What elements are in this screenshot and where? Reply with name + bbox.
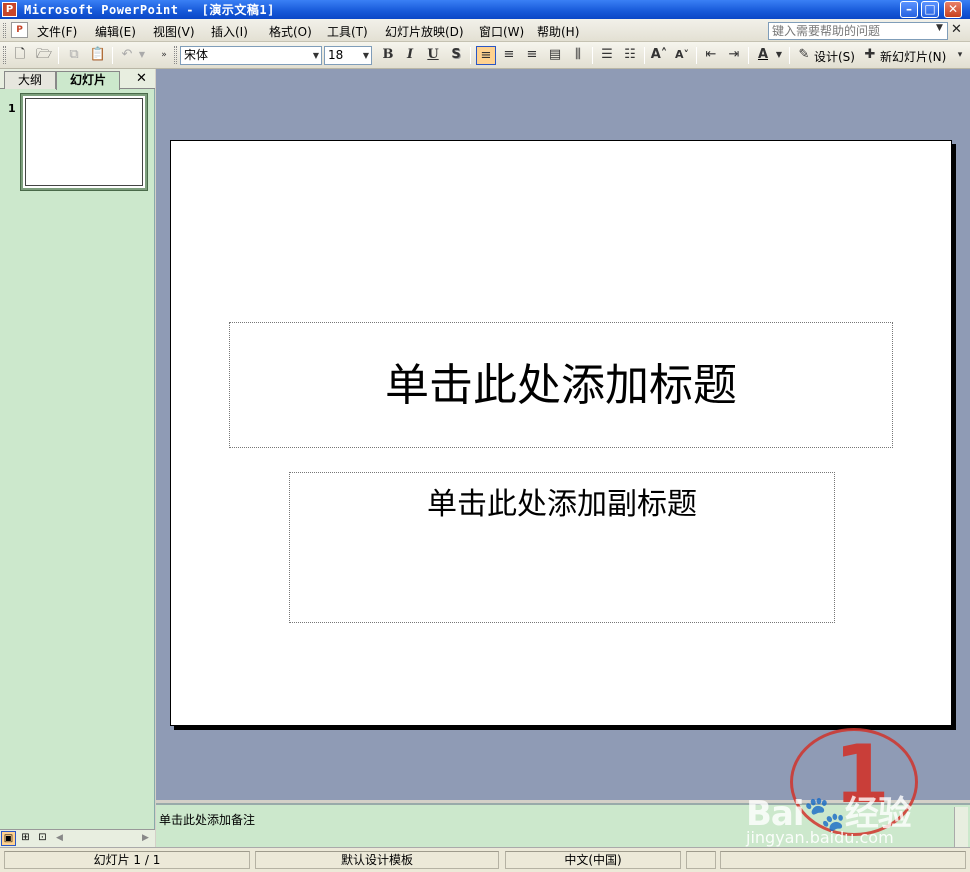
align-left-icon[interactable]: ≡ [476,46,496,65]
toolbar-separator [748,47,749,64]
powerpoint-app-icon[interactable]: P [2,2,17,17]
close-pane-button[interactable]: ✕ [136,71,147,86]
format-toolbar-grip[interactable] [174,46,177,64]
document-icon[interactable]: P [11,22,28,38]
vertical-scrollbar[interactable] [958,69,970,800]
menu-slideshow[interactable]: 幻灯片放映(D) [385,23,464,40]
menu-file[interactable]: 文件(F) [37,23,77,40]
font-name-select[interactable]: 宋体 ▼ [180,46,322,65]
bold-button[interactable]: B [378,46,398,65]
menu-window[interactable]: 窗口(W) [479,23,524,40]
font-size-select[interactable]: 18 ▼ [324,46,372,65]
font-color-dropdown-icon[interactable]: ▼ [773,46,785,65]
decrease-indent-icon[interactable]: ⇤ [701,46,721,65]
status-language: 中文(中国) [505,851,681,869]
scroll-left-icon[interactable]: ◀ [52,831,67,846]
normal-view-icon[interactable]: ▣ [1,831,16,846]
toolbar-separator [58,47,59,64]
menubar-grip[interactable] [3,23,6,38]
close-window-button[interactable]: ✕ [944,1,962,18]
decrease-font-icon[interactable]: A˅ [672,46,692,65]
toolbar-overflow-icon[interactable]: » [158,46,170,65]
maximize-button[interactable]: □ [921,1,939,18]
design-icon[interactable]: ✎ [794,46,814,65]
toolbar-separator [789,47,790,64]
distribute-icon[interactable]: ⫼ [568,46,588,65]
title-bar: P Microsoft PowerPoint - [演示文稿1] – □ ✕ [0,0,970,19]
status-design-template[interactable]: 默认设计模板 [255,851,499,869]
toolbar-separator [470,47,471,64]
font-size-dropdown-icon[interactable]: ▼ [363,47,369,64]
numbering-icon[interactable]: ☰ [597,46,617,65]
menu-help[interactable]: 帮助(H) [537,23,579,40]
menu-insert[interactable]: 插入(I) [211,23,248,40]
window-title: Microsoft PowerPoint - [演示文稿1] [24,3,275,17]
toolbar-grip[interactable] [3,46,6,64]
open-file-icon[interactable]: 🗁 [34,46,54,65]
font-name-value: 宋体 [184,48,209,62]
menu-edit[interactable]: 编辑(E) [95,23,136,40]
slide-canvas[interactable]: 单击此处添加标题 单击此处添加副标题 [170,140,952,726]
increase-font-icon[interactable]: A˄ [649,46,669,65]
menu-format[interactable]: 格式(O) [269,23,312,40]
new-slide-button[interactable]: 新幻灯片(N) [880,48,946,65]
bullets-icon[interactable]: ☷ [620,46,640,65]
slide-thumbnail-frame [25,98,143,186]
slide-thumbnail[interactable] [20,93,148,191]
close-document-button[interactable]: ✕ [951,22,962,37]
notes-scrollbar[interactable] [954,807,968,847]
toolbar-separator [592,47,593,64]
slide-sorter-view-icon[interactable]: ⊞ [18,831,33,846]
status-extra-cell [720,851,966,869]
tab-outline[interactable]: 大纲 [4,71,56,89]
status-slide-position: 幻灯片 1 / 1 [4,851,250,869]
title-placeholder[interactable]: 单击此处添加标题 [229,322,893,448]
status-bar: 幻灯片 1 / 1 默认设计模板 中文(中国) [0,847,970,872]
slides-pane: 大纲 幻灯片 ✕ 1 [0,69,155,847]
copy-icon[interactable]: ⧉ [64,46,84,65]
font-name-dropdown-icon[interactable]: ▼ [313,47,319,64]
minimize-button[interactable]: – [900,1,918,18]
toolbar-options-icon[interactable]: ▾ [954,46,966,65]
underline-button[interactable]: U [423,46,443,65]
scroll-right-icon[interactable]: ▶ [138,831,153,846]
new-file-icon[interactable]: 🗋 [10,46,30,65]
align-center-icon[interactable]: ≡ [499,46,519,65]
justify-icon[interactable]: ▤ [545,46,565,65]
pane-tabs: 大纲 幻灯片 ✕ [0,69,155,90]
notes-pane[interactable]: 单击此处添加备注 [156,803,970,847]
slideshow-view-icon[interactable]: ⊡ [35,831,50,846]
new-slide-icon[interactable]: ✚ [860,46,880,65]
notes-placeholder[interactable]: 单击此处添加备注 [159,811,255,828]
increase-indent-icon[interactable]: ⇥ [724,46,744,65]
slide-thumbnail-number: 1 [8,102,16,115]
italic-button[interactable]: I [400,46,420,65]
subtitle-placeholder[interactable]: 单击此处添加副标题 [289,472,835,623]
menu-view[interactable]: 视图(V) [153,23,195,40]
toolbar-separator [644,47,645,64]
help-dropdown-icon[interactable]: ▼ [936,23,943,33]
status-empty-cell [686,851,716,869]
align-right-icon[interactable]: ≡ [522,46,542,65]
undo-dropdown-icon[interactable]: ▼ [136,46,148,65]
font-size-value: 18 [328,48,344,62]
design-button[interactable]: 设计(S) [814,48,855,65]
toolbar-separator [112,47,113,64]
shadow-button[interactable]: S [446,46,466,65]
view-buttons-bar: ▣ ⊞ ⊡ ◀ ▶ [0,829,155,847]
toolbar-separator [696,47,697,64]
undo-icon[interactable]: ↶ [117,46,137,65]
menu-tools[interactable]: 工具(T) [327,23,368,40]
toolbar: 🗋 🗁 ⧉ 📋 ↶ ▼ » 宋体 ▼ 18 ▼ B I U S ≡ ≡ ≡ ▤ … [0,42,970,69]
paste-icon[interactable]: 📋 [88,46,108,65]
help-search-input[interactable]: 键入需要帮助的问题 [768,22,948,40]
tab-slides[interactable]: 幻灯片 [56,71,120,90]
font-color-icon[interactable]: A [753,46,773,65]
